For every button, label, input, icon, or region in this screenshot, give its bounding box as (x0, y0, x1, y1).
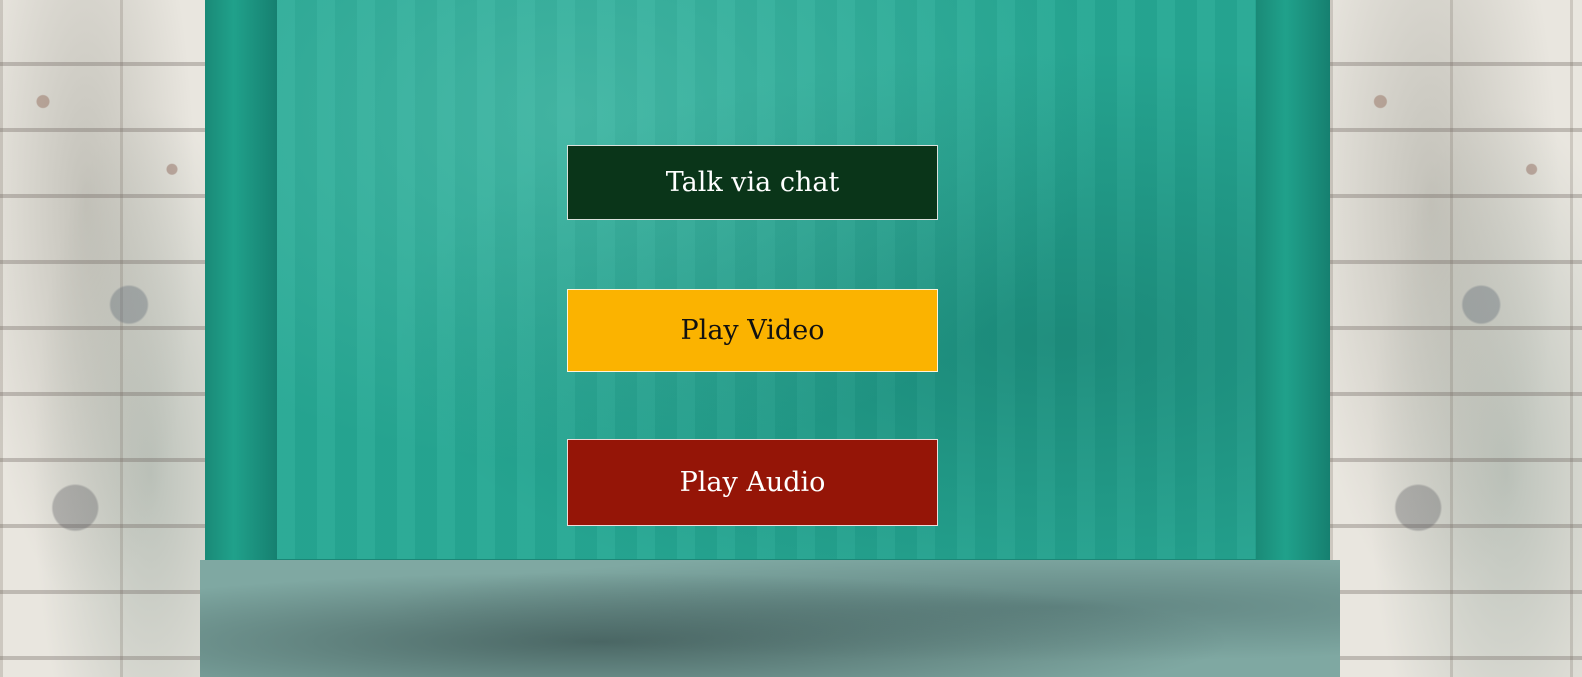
ground-threshold (200, 560, 1340, 677)
play-video-button[interactable]: Play Video (567, 289, 938, 372)
talk-via-chat-button[interactable]: Talk via chat (567, 145, 938, 220)
left-door-frame (205, 0, 277, 600)
right-brick-wall (1330, 0, 1582, 677)
right-door-frame (1256, 0, 1330, 600)
left-brick-wall (0, 0, 215, 677)
background-scene: Talk via chat Play Video Play Audio (0, 0, 1582, 677)
play-audio-button[interactable]: Play Audio (567, 439, 938, 526)
